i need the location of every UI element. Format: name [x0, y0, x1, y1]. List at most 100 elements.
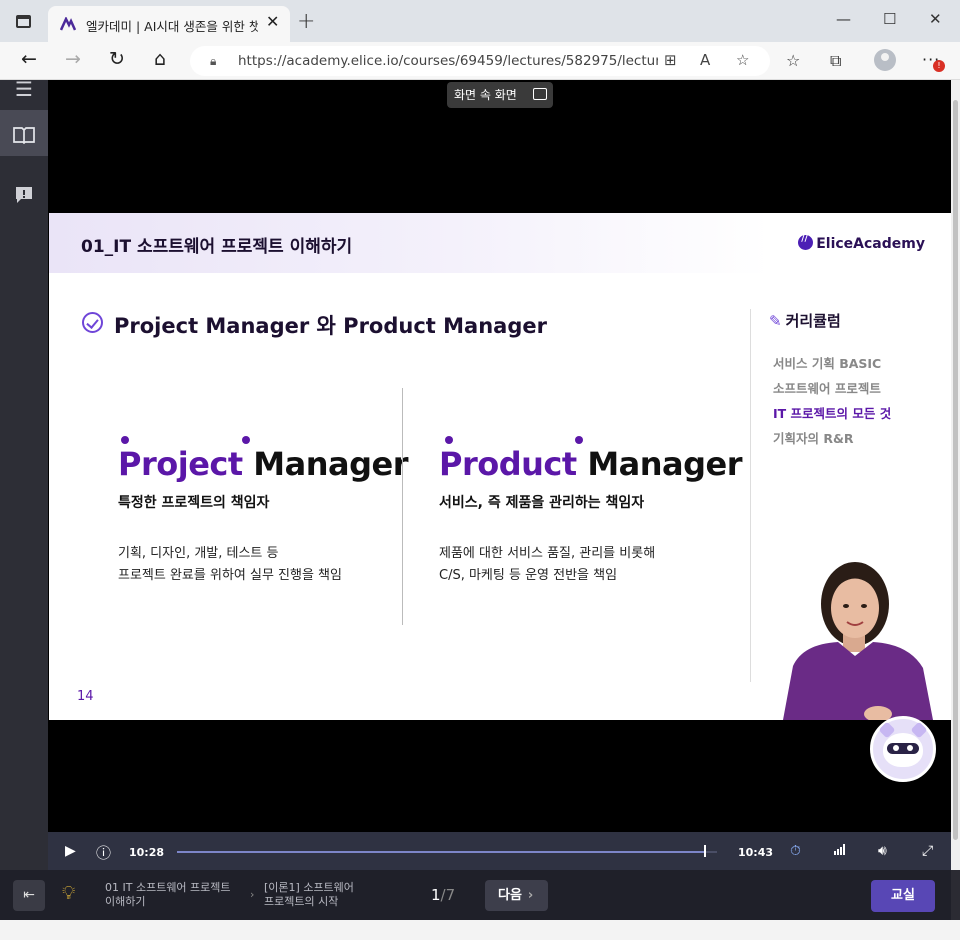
- decor-dot: [121, 436, 129, 444]
- breadcrumb-line: [이론1] 소프트웨어: [264, 881, 354, 894]
- brand-logo: EliceAcademy: [798, 234, 925, 252]
- breadcrumb-line: 01 IT 소프트웨어 프로젝트: [105, 881, 231, 894]
- product-manager-desc: 제품에 대한 서비스 품질, 관리를 비롯해 C/S, 마케팅 등 운영 전반을…: [439, 543, 655, 587]
- address-toolbar: ← → ↻ ⌂ 🔒︎ https://academy.elice.io/cour…: [0, 42, 960, 80]
- pip-tooltip[interactable]: 화면 속 화면: [447, 82, 553, 108]
- app-available-icon[interactable]: ⊞: [664, 51, 677, 69]
- collections-icon[interactable]: ⧉: [830, 51, 841, 71]
- pencil-icon: ✎: [769, 312, 782, 330]
- tab-close-icon[interactable]: ✕: [266, 12, 279, 31]
- next-button[interactable]: 다음 ›: [485, 880, 548, 911]
- lock-icon[interactable]: 🔒︎: [210, 54, 216, 69]
- lightbulb-icon[interactable]: 💡︎: [62, 882, 75, 904]
- breadcrumb-line: 프로젝트의 시작: [264, 895, 339, 908]
- check-circle-icon: [82, 312, 103, 333]
- curriculum-title-text: 커리큘럼: [785, 312, 841, 330]
- next-label: 다음: [498, 888, 522, 903]
- info-icon[interactable]: ⓘ: [96, 842, 111, 863]
- current-time: 10:28: [129, 846, 165, 859]
- video-controls: ▶ ⓘ 10:28 10:43 ⏱ 🔊︎ ⤢: [48, 832, 951, 872]
- presenter-video: [783, 562, 933, 720]
- mascot-mask: [887, 743, 919, 754]
- project-manager-heading: Project Manager: [118, 445, 408, 483]
- play-icon[interactable]: ▶: [65, 843, 76, 859]
- page-indicator: 1/7: [431, 886, 455, 904]
- elice-brand-icon: [798, 234, 814, 250]
- breadcrumb-chapter[interactable]: 01 IT 소프트웨어 프로젝트 이해하기: [105, 881, 231, 909]
- chevron-right-icon: ›: [250, 888, 255, 901]
- page-scrollbar[interactable]: [951, 80, 960, 870]
- playback-speed-icon[interactable]: ⏱: [790, 843, 801, 859]
- curriculum-divider: [750, 309, 751, 682]
- product-manager-subtitle: 서비스, 즉 제품을 관리하는 책임자: [439, 495, 645, 511]
- curriculum-item: 기획자의 R&R: [773, 431, 854, 446]
- browser-tab[interactable]: 엘카데미 | AI시대 생존을 위한 챗 ✕: [48, 6, 290, 42]
- curriculum-item: 서비스 기획 BASIC: [773, 356, 882, 371]
- product-manager-heading: Product Manager: [439, 445, 743, 483]
- forward-button[interactable]: →: [60, 48, 86, 70]
- list-icon[interactable]: ☰: [0, 66, 48, 112]
- feedback-icon[interactable]: [0, 170, 48, 216]
- refresh-button[interactable]: ↻: [104, 48, 130, 70]
- scroll-thumb[interactable]: [953, 100, 958, 840]
- page-current: 1: [431, 886, 441, 904]
- column-divider: [402, 388, 403, 625]
- decor-dot: [445, 436, 453, 444]
- browser-tab-bar: 엘카데미 | AI시대 생존을 위한 챗 ✕ + — ☐ ✕: [0, 0, 960, 42]
- curriculum-item: 소프트웨어 프로젝트: [773, 381, 881, 396]
- mascot-eye: [893, 745, 899, 751]
- desc-line: C/S, 마케팅 등 운영 전반을 책임: [439, 568, 618, 583]
- chatbot-mascot-button[interactable]: [870, 716, 936, 782]
- home-button[interactable]: ⌂: [147, 48, 173, 70]
- heading-word-project: Project: [118, 445, 243, 483]
- course-sidebar: ☰: [0, 77, 48, 870]
- maximize-button[interactable]: ☐: [883, 10, 896, 28]
- add-favorite-icon[interactable]: ☆: [736, 51, 749, 69]
- exit-icon[interactable]: ⇤: [13, 880, 45, 911]
- desc-line: 제품에 대한 서비스 품질, 관리를 비롯해: [439, 546, 656, 561]
- desc-line: 프로젝트 완료를 위하여 실무 진행을 책임: [118, 568, 342, 583]
- section-title: Project Manager 와 Product Manager: [114, 314, 547, 338]
- heading-word-manager: Manager: [587, 445, 743, 483]
- duration-time: 10:43: [738, 846, 774, 859]
- breadcrumb-lesson[interactable]: [이론1] 소프트웨어 프로젝트의 시작: [264, 881, 354, 909]
- progress-track[interactable]: [177, 851, 717, 853]
- project-manager-desc: 기획, 디자인, 개발, 테스트 등 프로젝트 완료를 위하여 실무 진행을 책…: [118, 543, 342, 587]
- close-window-button[interactable]: ✕: [929, 10, 942, 28]
- tab-actions-icon[interactable]: [16, 15, 31, 28]
- progress-knob[interactable]: [704, 845, 706, 857]
- read-aloud-icon[interactable]: A: [700, 51, 710, 69]
- pip-tooltip-label: 화면 속 화면: [454, 88, 517, 102]
- curriculum-title: ✎ 커리큘럼: [769, 310, 841, 331]
- favorites-icon[interactable]: ☆: [786, 51, 800, 70]
- page-total: /7: [440, 886, 456, 904]
- project-manager-subtitle: 특정한 프로젝트의 책임자: [118, 495, 270, 511]
- decor-dot: [575, 436, 583, 444]
- tab-title: 엘카데미 | AI시대 생존을 위한 챗: [86, 19, 258, 34]
- minimize-button[interactable]: —: [836, 10, 851, 28]
- mascot-face-icon: [883, 733, 923, 767]
- chevron-right-icon: ›: [527, 888, 534, 903]
- quality-icon[interactable]: [834, 843, 846, 859]
- heading-word-product: Product: [439, 445, 577, 483]
- lecture-bottom-bar: ⇤ 💡︎ 01 IT 소프트웨어 프로젝트 이해하기 › [이론1] 소프트웨어…: [0, 870, 951, 920]
- slide-page-number: 14: [77, 689, 94, 704]
- slide-header-title: 01_IT 소프트웨어 프로젝트 이해하기: [81, 237, 353, 257]
- page-bottom-strip: [0, 920, 960, 940]
- curriculum-item-active: IT 프로젝트의 모든 것: [773, 406, 892, 421]
- new-tab-button[interactable]: +: [297, 9, 315, 34]
- notification-badge: !: [933, 60, 945, 72]
- brand-text: EliceAcademy: [816, 236, 925, 252]
- book-icon[interactable]: [0, 110, 48, 156]
- fullscreen-icon[interactable]: ⤢: [922, 843, 933, 859]
- classroom-button[interactable]: 교실: [871, 880, 935, 912]
- heading-word-manager: Manager: [253, 445, 408, 483]
- url-text[interactable]: https://academy.elice.io/courses/69459/l…: [238, 53, 658, 69]
- profile-avatar[interactable]: [874, 49, 896, 71]
- slide-header: 01_IT 소프트웨어 프로젝트 이해하기 EliceAcademy: [49, 213, 951, 273]
- decor-dot: [242, 436, 250, 444]
- breadcrumb-line: 이해하기: [105, 895, 146, 908]
- address-bar[interactable]: 🔒︎ https://academy.elice.io/courses/6945…: [190, 46, 770, 76]
- mascot-eye: [907, 745, 913, 751]
- volume-icon[interactable]: 🔊︎: [878, 843, 887, 859]
